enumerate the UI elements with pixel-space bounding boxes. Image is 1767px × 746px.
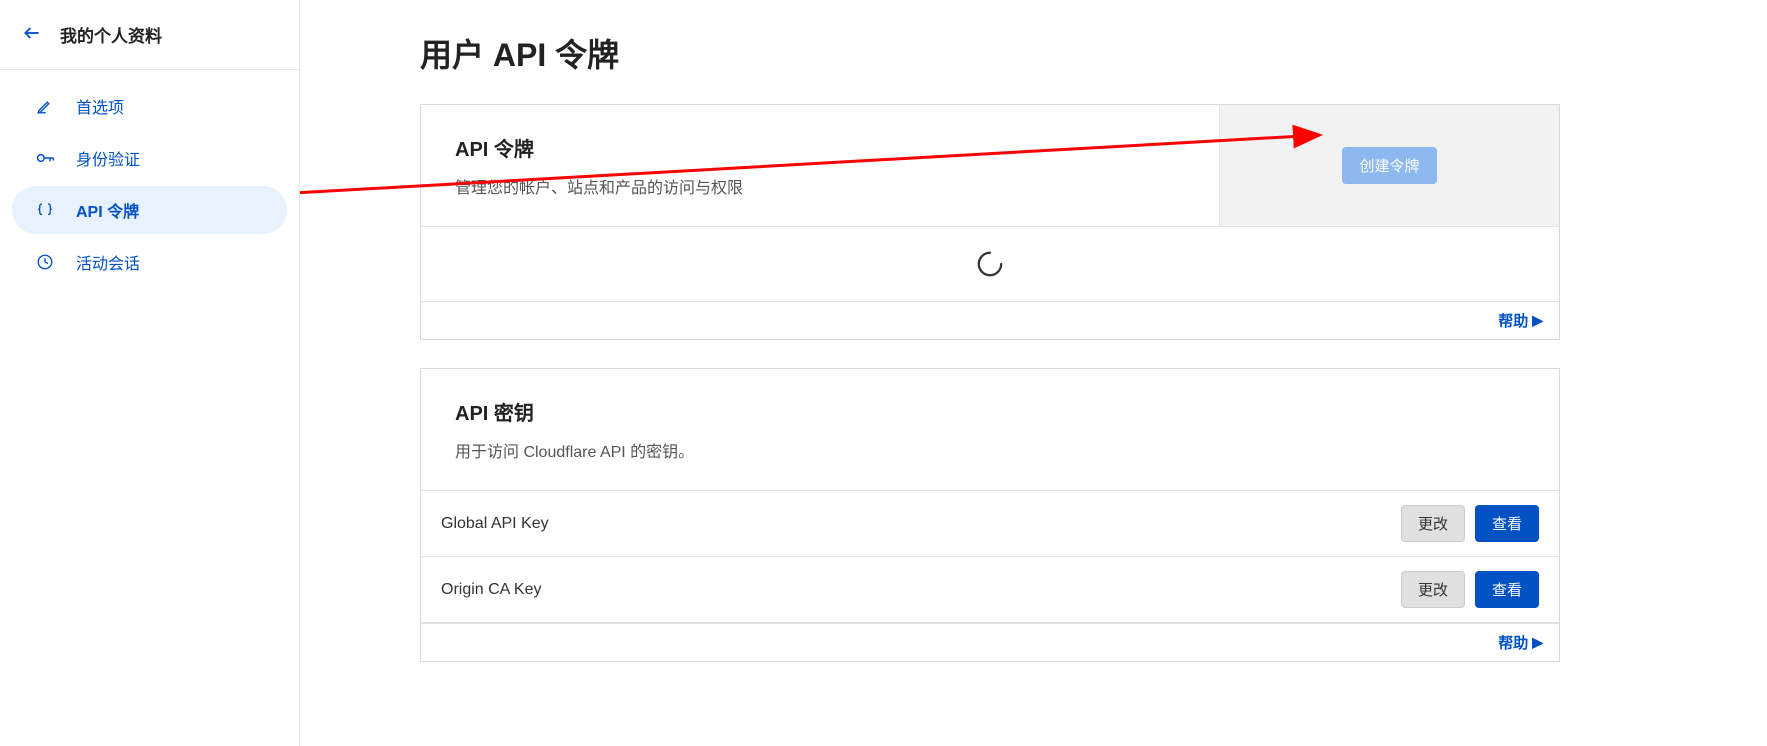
api-keys-card-title: API 密钥 — [455, 397, 1525, 426]
api-keys-card-header: API 密钥 用于访问 Cloudflare API 的密钥。 — [421, 369, 1559, 491]
api-tokens-loading — [421, 227, 1559, 301]
key-row-origin-ca: Origin CA Key 更改 查看 — [421, 557, 1559, 623]
key-view-button[interactable]: 查看 — [1475, 505, 1539, 542]
api-keys-help-link[interactable]: 帮助 ▶ — [1498, 632, 1543, 653]
api-keys-card-subtitle: 用于访问 Cloudflare API 的密钥。 — [455, 438, 1525, 462]
sidebar-item-label: 身份验证 — [76, 146, 140, 170]
help-link-label: 帮助 — [1498, 632, 1528, 653]
api-tokens-card-header: API 令牌 管理您的帐户、站点和产品的访问与权限 创建令牌 — [421, 105, 1559, 227]
clock-icon — [34, 253, 56, 271]
braces-icon — [34, 201, 56, 219]
back-arrow-icon[interactable] — [22, 23, 42, 47]
sidebar-title: 我的个人资料 — [60, 22, 162, 47]
key-label: Origin CA Key — [441, 581, 541, 599]
sidebar: 我的个人资料 首选项 身份验证 — [0, 0, 300, 746]
key-label: Global API Key — [441, 515, 549, 533]
key-view-button[interactable]: 查看 — [1475, 571, 1539, 608]
sidebar-item-label: 首选项 — [76, 94, 124, 118]
edit-icon — [34, 97, 56, 115]
help-link-label: 帮助 — [1498, 310, 1528, 331]
key-icon — [34, 148, 56, 168]
sidebar-item-active-sessions[interactable]: 活动会话 — [12, 238, 287, 286]
sidebar-item-authentication[interactable]: 身份验证 — [12, 134, 287, 182]
key-row-global-api: Global API Key 更改 查看 — [421, 491, 1559, 557]
sidebar-item-label: 活动会话 — [76, 250, 140, 274]
chevron-right-icon: ▶ — [1532, 312, 1543, 329]
sidebar-item-api-tokens[interactable]: API 令牌 — [12, 186, 287, 234]
key-actions: 更改 查看 — [1401, 505, 1539, 542]
key-change-button[interactable]: 更改 — [1401, 571, 1465, 608]
api-tokens-card-title: API 令牌 — [455, 133, 1185, 162]
api-tokens-card-actions: 创建令牌 — [1219, 105, 1559, 226]
loading-spinner-icon — [976, 250, 1004, 278]
api-keys-card: API 密钥 用于访问 Cloudflare API 的密钥。 Global A… — [420, 368, 1560, 662]
sidebar-item-label: API 令牌 — [76, 198, 139, 222]
api-tokens-help-link[interactable]: 帮助 ▶ — [1498, 310, 1543, 331]
key-change-button[interactable]: 更改 — [1401, 505, 1465, 542]
create-token-button[interactable]: 创建令牌 — [1342, 147, 1436, 184]
sidebar-nav: 首选项 身份验证 API 令牌 — [0, 70, 299, 298]
api-tokens-card-subtitle: 管理您的帐户、站点和产品的访问与权限 — [455, 174, 1185, 198]
api-tokens-card: API 令牌 管理您的帐户、站点和产品的访问与权限 创建令牌 帮助 ▶ — [420, 104, 1560, 340]
key-actions: 更改 查看 — [1401, 571, 1539, 608]
api-keys-card-footer: 帮助 ▶ — [421, 623, 1559, 661]
sidebar-header: 我的个人资料 — [0, 0, 299, 70]
chevron-right-icon: ▶ — [1532, 634, 1543, 651]
main-content: 用户 API 令牌 API 令牌 管理您的帐户、站点和产品的访问与权限 创建令牌 — [300, 0, 1767, 746]
api-tokens-card-footer: 帮助 ▶ — [421, 301, 1559, 339]
sidebar-item-preferences[interactable]: 首选项 — [12, 82, 287, 130]
api-tokens-card-header-text: API 令牌 管理您的帐户、站点和产品的访问与权限 — [421, 105, 1219, 226]
page-title: 用户 API 令牌 — [420, 30, 1560, 76]
